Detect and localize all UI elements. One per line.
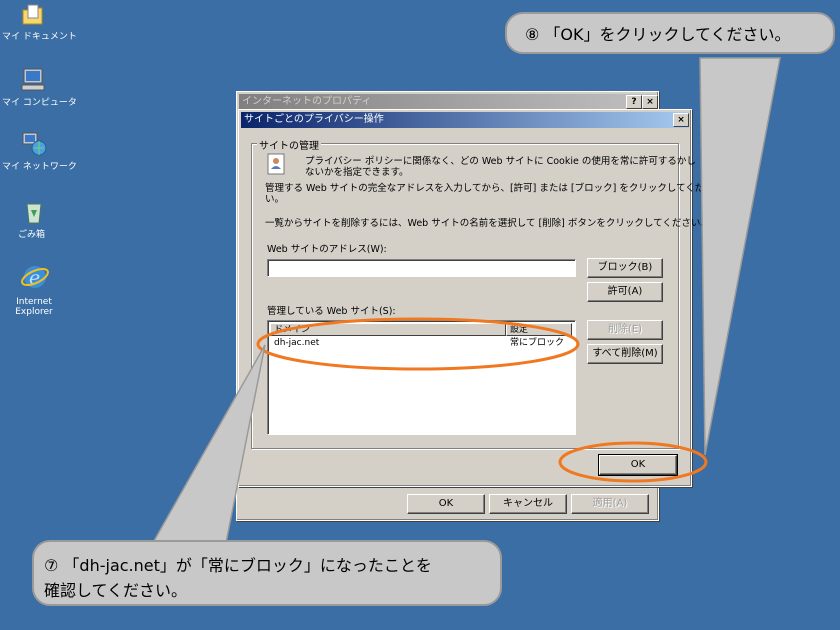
remove-instruction: 一覧からサイトを削除するには、Web サイトの名前を選択して [削除] ボタンを… bbox=[265, 218, 710, 229]
my-network-icon bbox=[22, 132, 47, 156]
callout-step7-text-line1: ⑦ 「dh-jac.net」が「常にブロック」になったことを bbox=[44, 556, 432, 575]
my-computer-icon bbox=[21, 68, 45, 91]
parent-cancel-button[interactable]: キャンセル bbox=[489, 494, 567, 514]
parent-title: インターネットのプロパティ bbox=[242, 96, 372, 107]
desktop-icon-my-documents[interactable]: マイ ドキュメント bbox=[0, 0, 78, 44]
instruction-line1: 管理する Web サイトの完全なアドレスを入力してから、[許可] または [ブロ… bbox=[265, 183, 714, 194]
group-label: サイトの管理 bbox=[257, 137, 321, 152]
callout-step7-text-line2: 確認してください。 bbox=[44, 581, 188, 600]
intro-text-line1: プライバシー ポリシーに関係なく、どの Web サイトに Cookie の使用を… bbox=[305, 156, 696, 167]
dialog-close-button[interactable]: × bbox=[673, 113, 689, 127]
desktop-icon-label: Internet Explorer bbox=[15, 297, 53, 317]
desktop-icon-my-computer[interactable]: マイ コンピュータ bbox=[0, 66, 78, 110]
managed-sites-list[interactable]: ドメイン 設定 dh-jac.net 常にブロック bbox=[267, 320, 576, 435]
callout-step8-tail bbox=[699, 57, 781, 456]
column-header-domain[interactable]: ドメイン bbox=[270, 323, 506, 336]
parent-ok-button[interactable]: OK bbox=[407, 494, 485, 514]
per-site-privacy-dialog: サイトごとのプライバシー操作 × サイトの管理 プライバシー ポリシーに関係なく… bbox=[238, 109, 714, 487]
parent-help-button[interactable]: ? bbox=[626, 95, 642, 109]
parent-close-button[interactable]: × bbox=[642, 95, 658, 109]
my-documents-icon bbox=[22, 4, 43, 25]
dialog-title: サイトごとのプライバシー操作 bbox=[244, 114, 384, 125]
intro-text-line2: ないかを指定できます。 bbox=[305, 167, 409, 178]
row-domain: dh-jac.net bbox=[274, 338, 320, 348]
remove-all-button[interactable]: すべて削除(M) bbox=[587, 344, 663, 364]
parent-apply-button[interactable]: 適用(A) bbox=[571, 494, 649, 514]
desktop-icon-internet-explorer[interactable]: e Internet Explorer bbox=[0, 262, 78, 320]
desktop-icon-label: ごみ箱 bbox=[18, 230, 46, 240]
desktop-icon-my-network[interactable]: マイ ネットワーク bbox=[0, 130, 78, 174]
desktop-icon-recycle-bin[interactable]: ごみ箱 bbox=[0, 198, 78, 242]
recycle-bin-icon bbox=[26, 203, 42, 224]
row-setting: 常にブロック bbox=[510, 338, 565, 348]
desktop-icon-label: マイ コンピュータ bbox=[2, 98, 77, 108]
address-label: Web サイトのアドレス(W): bbox=[267, 244, 387, 255]
internet-explorer-icon: e bbox=[21, 266, 49, 289]
address-input[interactable] bbox=[267, 259, 576, 277]
desktop-icon-label: マイ ネットワーク bbox=[2, 162, 77, 172]
privacy-info-icon bbox=[267, 153, 285, 175]
dialog-ok-button[interactable]: OK bbox=[598, 454, 678, 476]
desktop-icon-label: マイ ドキュメント bbox=[2, 32, 77, 42]
instruction-line2: い。 bbox=[265, 194, 285, 205]
block-button[interactable]: ブロック(B) bbox=[587, 258, 663, 278]
allow-button[interactable]: 許可(A) bbox=[587, 282, 663, 302]
dialog-titlebar: サイトごとのプライバシー操作 bbox=[241, 112, 689, 128]
parent-titlebar: インターネットのプロパティ bbox=[239, 94, 656, 110]
remove-button[interactable]: 削除(E) bbox=[587, 320, 663, 340]
column-header-setting[interactable]: 設定 bbox=[506, 323, 572, 336]
table-row[interactable]: dh-jac.net 常にブロック bbox=[270, 337, 572, 349]
managed-sites-label: 管理している Web サイト(S): bbox=[267, 306, 396, 317]
callout-step8-text: ⑧ 「OK」をクリックしてください。 bbox=[525, 25, 791, 44]
